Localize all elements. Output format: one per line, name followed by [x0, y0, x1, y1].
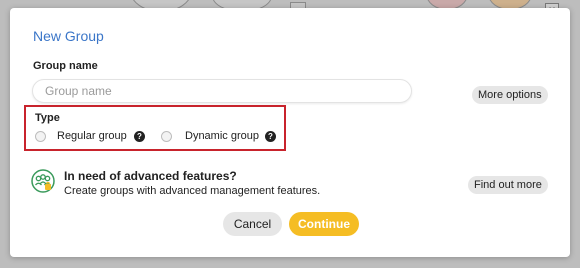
cancel-button[interactable]: Cancel	[223, 212, 282, 236]
find-out-more-button[interactable]: Find out more	[468, 176, 548, 194]
dynamic-group-radio[interactable]	[161, 131, 172, 142]
more-options-button[interactable]: More options	[472, 86, 548, 104]
regular-group-label[interactable]: Regular group	[57, 130, 127, 142]
dynamic-group-help-icon[interactable]: ?	[265, 131, 276, 142]
group-name-label: Group name	[33, 60, 98, 72]
new-group-dialog: New Group Group name More options Type R…	[10, 8, 570, 257]
group-advanced-icon	[31, 169, 55, 193]
continue-button[interactable]: Continue	[289, 212, 359, 236]
advanced-features-subtitle: Create groups with advanced management f…	[64, 185, 321, 197]
dialog-title: New Group	[33, 28, 104, 44]
type-section: Type Regular group ? Dynamic group ?	[24, 105, 286, 151]
regular-group-radio[interactable]	[35, 131, 46, 142]
type-label: Type	[35, 112, 60, 124]
regular-group-help-icon[interactable]: ?	[134, 131, 145, 142]
group-name-input[interactable]	[32, 79, 412, 103]
dynamic-group-label[interactable]: Dynamic group	[185, 130, 259, 142]
advanced-features-title: In need of advanced features?	[64, 169, 237, 183]
